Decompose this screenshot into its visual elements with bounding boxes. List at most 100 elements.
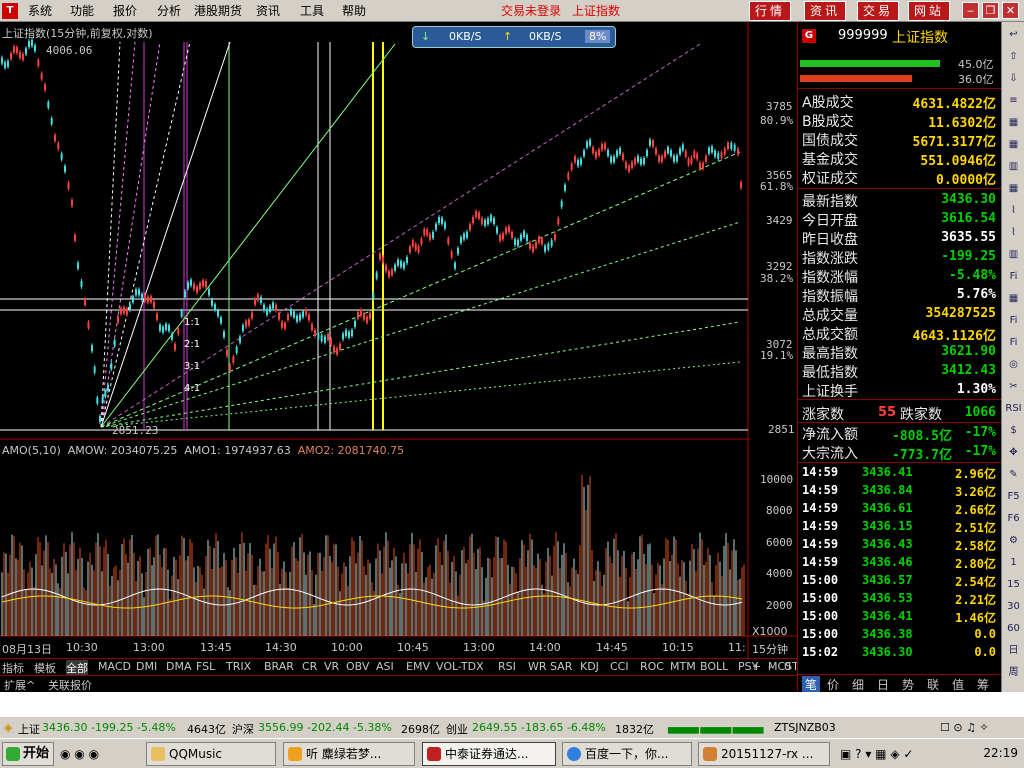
toolbar-icon[interactable]: ⌇ (1005, 202, 1022, 219)
indicator-tab[interactable]: EMV (406, 660, 430, 673)
task-baidu[interactable]: 百度一下，你... (562, 742, 692, 766)
quick-launch-icons[interactable]: ◉ ◉ ◉ (60, 747, 99, 761)
toolbar-icon[interactable]: 1 (1005, 554, 1022, 571)
indicator-tab[interactable]: KDJ (580, 660, 599, 673)
menu-system[interactable]: 系统 (28, 3, 52, 19)
menu-news[interactable]: 资讯 (256, 3, 280, 19)
toolbar-icon[interactable]: ↩ (1005, 26, 1022, 43)
toolbar-icon[interactable]: 30 (1005, 598, 1022, 615)
indicator-tab[interactable]: ASI (376, 660, 394, 673)
start-button[interactable]: 开始 (2, 742, 54, 766)
toolbar-icon[interactable]: 日 (1005, 642, 1022, 659)
indicator-tab-control[interactable]: 0 (784, 660, 791, 673)
indicator-tab[interactable]: VOL-TDX (436, 660, 484, 673)
period-selector[interactable]: 15分钟 (752, 641, 788, 657)
indicator-tab[interactable]: SAR (550, 660, 572, 673)
task-rx[interactable]: 20151127-rx ... (698, 742, 830, 766)
close-icon[interactable]: ✕ (1002, 2, 1019, 19)
indicator-tab[interactable]: FSL (196, 660, 215, 673)
toolbar-icon[interactable]: ⌇ (1005, 224, 1022, 241)
tab-related-quotes[interactable]: 关联报价 (48, 677, 92, 693)
candle-body (10, 53, 12, 60)
indicator-tab[interactable]: CCI (610, 660, 629, 673)
tray-buttons[interactable]: ▣ ? ▾ ▦ ◈ ✓ (840, 747, 913, 761)
g-badge-icon[interactable]: G (802, 29, 816, 43)
toolbar-icon[interactable]: ⇩ (1005, 70, 1022, 87)
indicator-tab-control[interactable]: - (768, 660, 772, 673)
restore-icon[interactable]: ❐ (982, 2, 999, 19)
panel-tab[interactable]: 价 (827, 676, 839, 693)
panel-tab[interactable]: 日 (877, 676, 889, 693)
menu-function[interactable]: 功能 (70, 3, 94, 19)
toolbar-icon[interactable]: ▦ (1005, 114, 1022, 131)
vol-tick: 8000 (766, 504, 793, 517)
toolbar-icon[interactable]: 周 (1005, 664, 1022, 681)
panel-tab[interactable]: 细 (852, 676, 864, 693)
indicator-tab[interactable]: DMA (166, 660, 192, 673)
menu-tools[interactable]: 工具 (300, 3, 324, 19)
task-qqmusic[interactable]: QQMusic (146, 742, 276, 766)
candle-body (667, 147, 669, 154)
kline-chart-area[interactable]: 1:1 2:1 3:1 4:1 上证指数(15分钟,前复权,对数) ↓ 0KB/S ↑… (0, 22, 797, 658)
trade-button[interactable]: 交易 (857, 1, 899, 21)
panel-tab[interactable]: 筹 (977, 676, 989, 693)
task-music[interactable]: 听 麋绿若梦... (283, 742, 415, 766)
toolbar-icon[interactable]: ▥ (1005, 158, 1022, 175)
trade-login-status[interactable]: 交易未登录 (501, 3, 561, 19)
candle-body (266, 308, 268, 315)
toolbar-icon[interactable]: F6 (1005, 510, 1022, 527)
indicator-tab[interactable]: 全部 (66, 660, 88, 676)
news-button[interactable]: 资讯 (804, 1, 846, 21)
toolbar-icon[interactable]: Fi (1005, 334, 1022, 351)
indicator-tab[interactable]: VR (324, 660, 339, 673)
toolbar-icon[interactable]: RSI (1005, 400, 1022, 417)
website-button[interactable]: 网站 (908, 1, 950, 21)
menu-hk-futures[interactable]: 港股期货 (194, 3, 242, 19)
toolbar-icon[interactable]: ⇧ (1005, 48, 1022, 65)
indicator-tab[interactable]: MTM (670, 660, 696, 673)
indicator-tab[interactable]: BOLL (700, 660, 728, 673)
menu-quote[interactable]: 报价 (113, 3, 137, 19)
toolbar-icon[interactable]: 60 (1005, 620, 1022, 637)
indicator-tab[interactable]: CR (302, 660, 317, 673)
toolbar-icon[interactable]: ✎ (1005, 466, 1022, 483)
toolbar-icon[interactable]: ▦ (1005, 180, 1022, 197)
toolbar-icon[interactable]: F5 (1005, 488, 1022, 505)
indicator-tab-control[interactable]: + (752, 660, 761, 673)
panel-tab[interactable]: 联 (927, 676, 939, 693)
indicator-tab[interactable]: DMI (136, 660, 157, 673)
minimize-icon[interactable]: ‒ (962, 2, 979, 19)
quote-button[interactable]: 行情 (749, 1, 791, 21)
indicator-tab[interactable]: WR (528, 660, 547, 673)
indicator-tab[interactable]: BRAR (264, 660, 294, 673)
menu-analysis[interactable]: 分析 (157, 3, 181, 19)
indicator-tab[interactable]: ROC (640, 660, 664, 673)
indicator-tab[interactable]: OBV (346, 660, 369, 673)
candle-body (223, 331, 225, 338)
tray-icons[interactable]: ☐ ⊙ ♫ ✧ (940, 721, 989, 734)
toolbar-icon[interactable]: ◎ (1005, 356, 1022, 373)
toolbar-icon[interactable]: 15 (1005, 576, 1022, 593)
toolbar-icon[interactable]: ▦ (1005, 136, 1022, 153)
tab-extension[interactable]: 扩展^ (4, 677, 35, 693)
chart-canvas[interactable]: 1:1 2:1 3:1 4:1 (0, 22, 797, 658)
menu-help[interactable]: 帮助 (342, 3, 366, 19)
toolbar-icon[interactable]: Fi (1005, 268, 1022, 285)
toolbar-icon[interactable]: $ (1005, 422, 1022, 439)
panel-tab[interactable]: 势 (902, 676, 914, 693)
toolbar-icon[interactable]: ▦ (1005, 290, 1022, 307)
toolbar-icon[interactable]: ▥ (1005, 246, 1022, 263)
indicator-tab[interactable]: TRIX (226, 660, 251, 673)
panel-tab[interactable]: 值 (952, 676, 964, 693)
toolbar-icon[interactable]: Fi (1005, 312, 1022, 329)
panel-tab[interactable]: 笔 (802, 676, 821, 693)
toolbar-icon[interactable]: ≡ (1005, 92, 1022, 109)
toolbar-icon[interactable]: ✥ (1005, 444, 1022, 461)
indicator-tab[interactable]: MACD (98, 660, 131, 673)
task-tdx[interactable]: 中泰证券通达... (422, 742, 556, 766)
indicator-tab[interactable]: RSI (498, 660, 516, 673)
indicator-tab[interactable]: 模板 (34, 660, 56, 676)
toolbar-icon[interactable]: ⚙ (1005, 532, 1022, 549)
indicator-tab[interactable]: 指标 (2, 660, 24, 676)
toolbar-icon[interactable]: ✂ (1005, 378, 1022, 395)
